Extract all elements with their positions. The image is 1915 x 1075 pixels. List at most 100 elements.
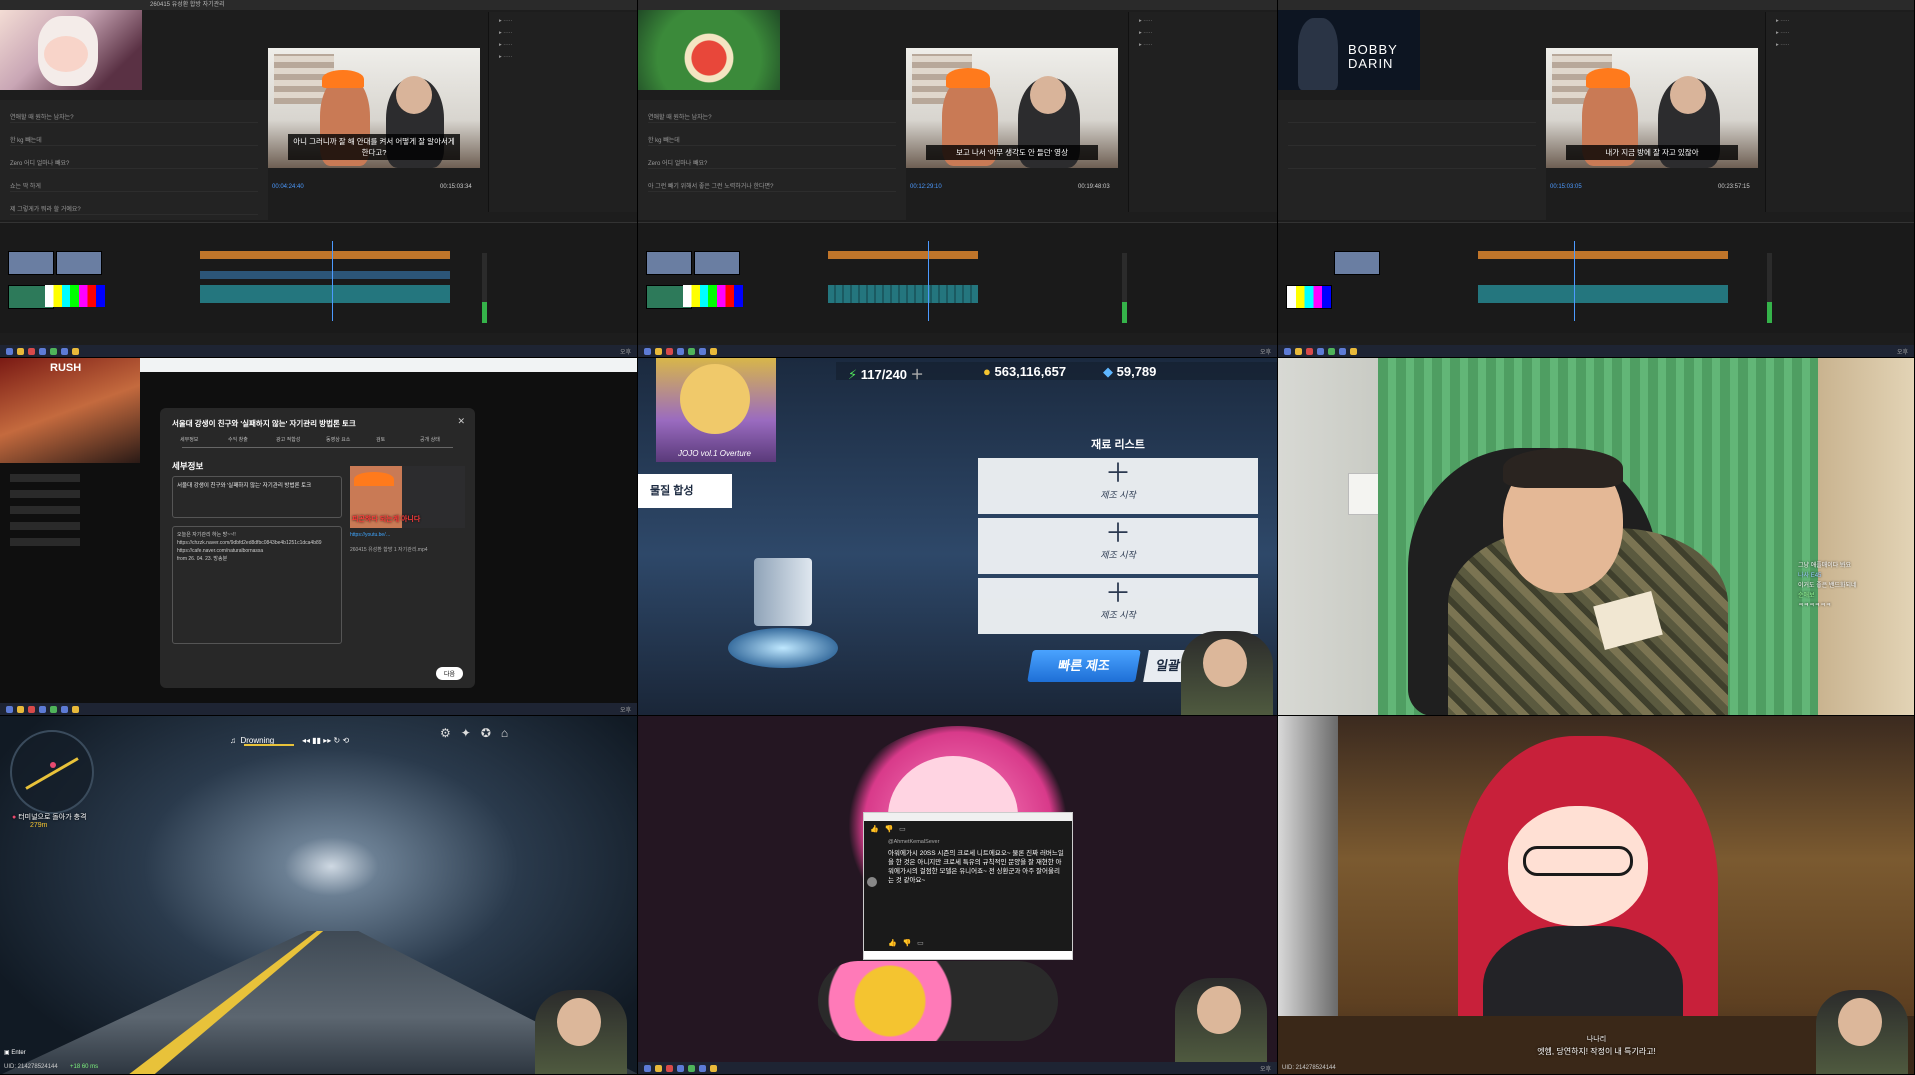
step-details[interactable]: 세부정보 bbox=[180, 436, 198, 443]
step-checks[interactable]: 검토 bbox=[376, 436, 385, 443]
menu-bar: 260415 유성환 합방 자기관리 bbox=[0, 0, 637, 10]
craft-slot-1[interactable]: ＋ 제조 시작 bbox=[978, 458, 1258, 514]
windows-taskbar: 오후 bbox=[1278, 345, 1914, 357]
chat-message: 순애보 bbox=[1798, 593, 1815, 599]
chat-message: 나사 E45 bbox=[1798, 573, 1822, 579]
next-button[interactable]: 다음 bbox=[435, 667, 463, 680]
like-icon[interactable]: 👍 👎 ▭ bbox=[870, 825, 906, 833]
vtuber-glasses bbox=[1523, 846, 1633, 876]
energy-counter: ⚡ 117/240 ＋ bbox=[848, 367, 924, 382]
craft-slot-3[interactable]: ＋ 제조 시작 bbox=[978, 578, 1258, 634]
quick-craft-button[interactable]: 빠른 제조 bbox=[1027, 650, 1141, 682]
step-ad-suitability[interactable]: 광고 적합성 bbox=[276, 436, 300, 443]
chat-message: 이거도 좋은 밴드화되네 bbox=[1798, 583, 1857, 589]
transcript-line[interactable]: 한 kg 빼는데 bbox=[10, 135, 258, 146]
tile-webcam: 그냥 애플매이다 봐요 나사 E45 이거도 좋은 밴드화되네 순애보 ㅋㅋㅋㅋ… bbox=[1278, 358, 1915, 716]
streamer-webcam bbox=[535, 990, 627, 1074]
video-link[interactable]: https://youtu.be/… bbox=[350, 532, 465, 538]
uid-label: UID: 214278524144 bbox=[1282, 1065, 1336, 1071]
video-track[interactable] bbox=[200, 271, 450, 279]
essential-graphics-panel: ▸ ····· ▸ ····· ▸ ····· ▸ ····· bbox=[488, 12, 637, 212]
playhead[interactable] bbox=[332, 241, 333, 321]
hud-icons[interactable]: ⚙✦✪⌂ bbox=[440, 726, 518, 740]
video-thumbnail-preview[interactable]: 피곤하다 되는게 아니다 bbox=[350, 466, 465, 528]
timeline-panel[interactable] bbox=[1278, 222, 1914, 333]
audio-meter bbox=[482, 253, 487, 323]
transcript-line[interactable]: Zero 어디 얼마나 빼요? bbox=[10, 158, 258, 169]
program-monitor: 아니 그러니까 잘 해 안대를 켜서 어떻게 잘 알아서게 한다고? bbox=[268, 48, 480, 168]
tile-premiere-2: 연애할 때 원하는 남자는? 한 kg 빼는데 Zero 어디 얼마나 빼요? … bbox=[638, 0, 1278, 358]
close-icon[interactable]: ✕ bbox=[457, 416, 465, 427]
section-heading: 세부정보 bbox=[172, 461, 204, 471]
transcript-line[interactable]: Zero 어디 얼마나 빼요? bbox=[648, 158, 896, 169]
caption-track[interactable] bbox=[1478, 251, 1728, 259]
left-wall bbox=[1278, 358, 1378, 715]
gem-counter: ◆ 59,789 bbox=[1103, 364, 1157, 379]
step-visibility[interactable]: 공개 상태 bbox=[420, 436, 440, 443]
upload-stepper[interactable]: 세부정보 수익 창출 광고 적합성 동영상 요소 검토 공개 상태 bbox=[180, 436, 455, 454]
transcript-line[interactable]: 연애할 때 원하는 남자는? bbox=[648, 112, 896, 123]
craft-slot-2[interactable]: ＋ 제조 시작 bbox=[978, 518, 1258, 574]
transcript-panel: 연애할 때 원하는 남자는? 한 kg 빼는데 Zero 어디 얼마나 빼요? … bbox=[0, 100, 268, 220]
album-caption: JOJO vol.1 Overture bbox=[678, 449, 751, 458]
studio-sidebar bbox=[0, 466, 90, 695]
browser-tabs[interactable] bbox=[140, 358, 637, 372]
timeline-panel[interactable] bbox=[638, 222, 1277, 333]
tile-premiere-1: 260415 유성환 합방 자기관리 연애할 때 원하는 남자는? 한 kg 빼… bbox=[0, 0, 638, 358]
comment-popup-window[interactable]: 👍 👎 ▭ @AhmetKemalSever 아워에가시 20SS 시즌의 크로… bbox=[863, 812, 1073, 960]
transcript-line[interactable]: 제 그렇게가 뭐라 할 거예요? bbox=[10, 204, 258, 215]
comment-text: 아워에가시 20SS 시즌의 크로세 니트에요오~ 물론 진짜 러버느일을 한 … bbox=[888, 850, 1064, 884]
album-art-rush: RUSH bbox=[0, 358, 140, 463]
caption-track[interactable] bbox=[200, 251, 450, 259]
player-controls[interactable]: ◂◂ ▮▮ ▸▸ ↻ ⟲ bbox=[302, 736, 349, 745]
streamer-webcam bbox=[1175, 978, 1267, 1062]
streamer-hair bbox=[1503, 448, 1623, 488]
audio-meter bbox=[1767, 253, 1772, 323]
music-icon: ♫ bbox=[230, 736, 236, 745]
album-text-line2: DARIN bbox=[1348, 56, 1394, 71]
timecode-current: 00:15:03:05 bbox=[1550, 184, 1582, 190]
playhead[interactable] bbox=[1574, 241, 1575, 321]
color-bars-clip[interactable] bbox=[683, 285, 743, 307]
subtitle-caption: 내가 지금 방에 잘 자고 있잖아 bbox=[1566, 145, 1738, 160]
tile-vtuber-comment: 👍 👎 ▭ @AhmetKemalSever 아워에가시 20SS 시즌의 크로… bbox=[638, 716, 1278, 1075]
timecode-current: 00:12:29:10 bbox=[910, 184, 942, 190]
timeline-panel[interactable] bbox=[0, 222, 637, 333]
tile-youtube-upload: RUSH 서울대 강생이 친구와 '실패하지 않는' 자기관리 방법론 토크 ✕… bbox=[0, 358, 638, 716]
audio-track[interactable] bbox=[1478, 285, 1728, 303]
subtitle-caption: 보고 나서 '아무 생각도 안 들던' 영상 bbox=[926, 145, 1098, 160]
album-text-line1: BOBBY bbox=[1348, 42, 1398, 57]
windows-taskbar: 오후 bbox=[0, 345, 637, 357]
timecode-duration: 00:19:48:03 bbox=[1078, 184, 1110, 190]
tile-premiere-3: BOBBY DARIN 내가 지금 방에 잘 자고 있잖아 00:15:03:0… bbox=[1278, 0, 1915, 358]
caption-track[interactable] bbox=[828, 251, 978, 259]
music-player[interactable]: ♫ Drowning ◂◂ ▮▮ ▸▸ ↻ ⟲ bbox=[230, 730, 360, 752]
minimap[interactable] bbox=[10, 730, 94, 814]
color-bars-clip[interactable] bbox=[45, 285, 105, 307]
audio-track[interactable] bbox=[200, 285, 450, 303]
album-art-anime bbox=[0, 10, 142, 90]
windows-taskbar: 오후 bbox=[638, 345, 1277, 357]
title-input[interactable]: 서울대 강생이 친구와 '실패하지 않는' 자기관리 방법론 토크 bbox=[172, 476, 342, 518]
comment-username[interactable]: @AhmetKemalSever bbox=[888, 839, 939, 845]
multi-stream-grid: 260415 유성환 합방 자기관리 연애할 때 원하는 남자는? 한 kg 빼… bbox=[0, 0, 1915, 1075]
transcript-line[interactable]: 연애할 때 원하는 남자는? bbox=[10, 112, 258, 123]
like-icon[interactable]: 👍 👎 ▭ bbox=[888, 939, 924, 947]
transcript-line[interactable]: 한 kg 빼는데 bbox=[648, 135, 896, 146]
chat-enter-hint[interactable]: ▣ Enter bbox=[4, 1049, 26, 1056]
step-monetization[interactable]: 수익 창출 bbox=[228, 436, 248, 443]
transcript-line[interactable]: 아 그런 빼기 위해서 좋은 그런 노력하거나 한다면? bbox=[648, 181, 896, 192]
essential-graphics-panel: ▸ ····· ▸ ····· ▸ ····· bbox=[1765, 12, 1914, 212]
avatar bbox=[867, 877, 877, 887]
tile-driving-game: ● 터미널으로 돌아가 충격 279m ♫ Drowning ◂◂ ▮▮ ▸▸ … bbox=[0, 716, 638, 1075]
album-title: RUSH bbox=[50, 362, 82, 374]
step-video-elements[interactable]: 동영상 요소 bbox=[326, 436, 350, 443]
description-input[interactable]: 오늘은 자기관리 하는 방~~!! https://chzzk.naver.co… bbox=[172, 526, 342, 644]
essential-graphics-panel: ▸ ····· ▸ ····· ▸ ····· bbox=[1128, 12, 1277, 212]
audio-track[interactable] bbox=[828, 285, 978, 303]
playhead[interactable] bbox=[928, 241, 929, 321]
transcript-line[interactable]: 쇼는 딱 하게 bbox=[10, 181, 258, 192]
dialog-title: 서울대 강생이 친구와 '실패하지 않는' 자기관리 방법론 토크 bbox=[172, 419, 356, 428]
screen-label: 물질 합성 bbox=[638, 474, 732, 508]
bin-thumbnails[interactable] bbox=[1286, 251, 1386, 311]
